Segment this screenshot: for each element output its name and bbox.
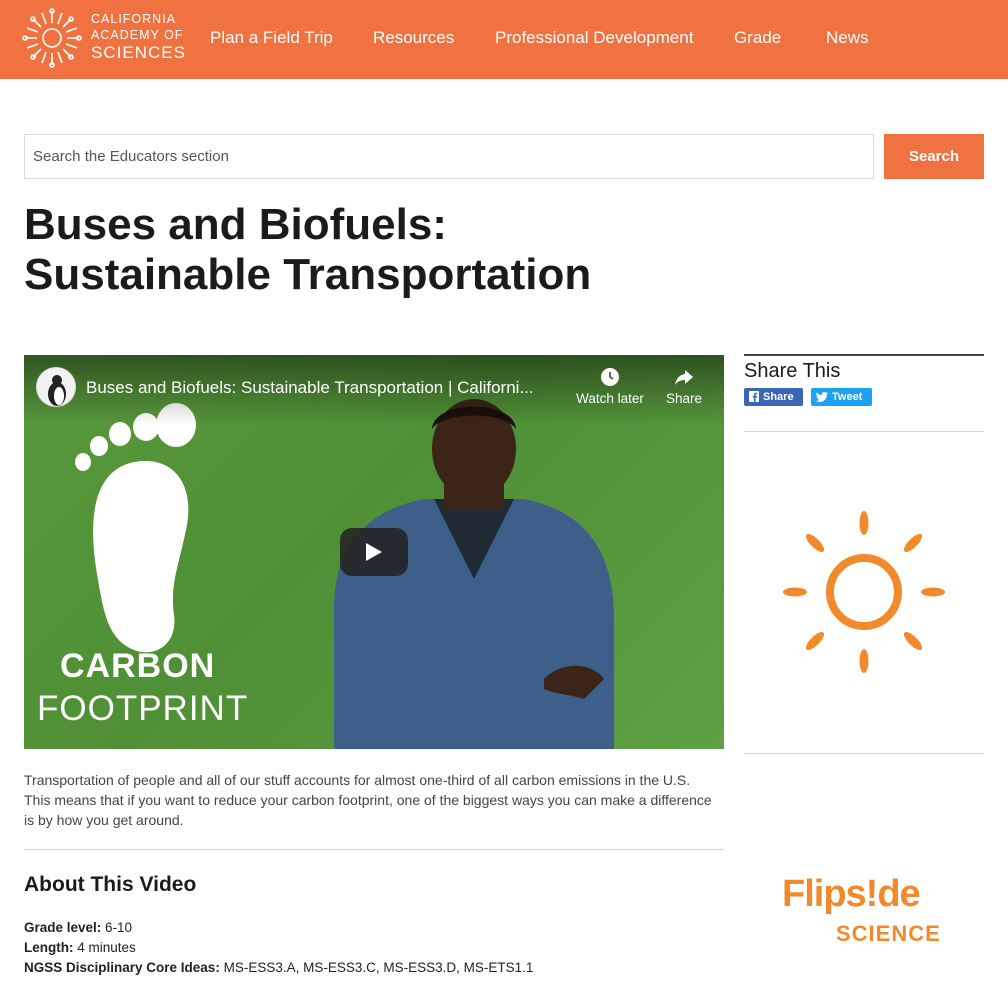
play-button[interactable] — [340, 528, 408, 576]
length-row: Length: 4 minutes — [24, 938, 136, 958]
grade-level-value: 6-10 — [101, 920, 133, 935]
sun-icon[interactable] — [779, 507, 949, 677]
clock-icon — [601, 368, 619, 386]
video-title[interactable]: Buses and Biofuels: Sustainable Transpor… — [86, 378, 566, 398]
logo-line-2: ACADEMY OF — [91, 27, 184, 42]
penguin-icon — [48, 375, 66, 406]
nav-news[interactable]: News — [826, 28, 869, 50]
divider — [24, 849, 724, 850]
facebook-icon — [749, 390, 759, 408]
grade-level-row: Grade level: 6-10 — [24, 918, 132, 938]
flipside-logo-wordmark[interactable]: Flips!de — [782, 875, 921, 913]
nav-grade[interactable]: Grade — [734, 28, 781, 50]
logo-line-3: SCIENCES — [91, 43, 186, 62]
nav-plan-field-trip[interactable]: Plan a Field Trip — [210, 28, 333, 50]
video-overlay-footprint: FOOTPRINT — [37, 689, 249, 728]
twitter-bird-icon — [816, 390, 828, 408]
ngss-value: MS-ESS3.A, MS-ESS3.C, MS-ESS3.D, MS-ETS1… — [219, 960, 534, 975]
search-button[interactable]: Search — [884, 134, 984, 179]
flipside-logo-subtitle[interactable]: SCIENCE — [836, 921, 941, 947]
divider — [744, 753, 984, 754]
nav-professional-development[interactable]: Professional Development — [495, 28, 693, 50]
watch-later-button[interactable]: Watch later — [575, 367, 645, 406]
twitter-tweet-label: Tweet — [832, 391, 863, 403]
twitter-tweet-button[interactable]: Tweet — [811, 388, 872, 406]
video-overlay-carbon: CARBON — [60, 647, 216, 685]
channel-avatar[interactable] — [36, 367, 76, 407]
page-title-line-2: Sustainable Transportation — [24, 250, 592, 299]
ngss-row: NGSS Disciplinary Core Ideas: MS-ESS3.A,… — [24, 958, 533, 978]
grade-level-label: Grade level: — [24, 920, 102, 935]
page-title: Buses and Biofuels: Sustainable Transpor… — [24, 200, 724, 300]
watch-later-label: Watch later — [576, 391, 644, 406]
site-header: CALIFORNIA ACADEMY OF SCIENCES Plan a Fi… — [0, 0, 1008, 79]
sunburst-logo-icon — [22, 8, 82, 68]
logo-line-1: CALIFORNIA — [91, 12, 177, 26]
share-video-label: Share — [665, 391, 703, 406]
share-video-button[interactable]: Share — [662, 367, 706, 406]
length-value: 4 minutes — [73, 940, 136, 955]
video-player[interactable]: Buses and Biofuels: Sustainable Transpor… — [24, 355, 724, 749]
academy-logo[interactable]: CALIFORNIA ACADEMY OF SCIENCES — [22, 8, 185, 70]
ngss-label: NGSS Disciplinary Core Ideas: — [24, 960, 220, 975]
share-top-rule — [744, 354, 984, 356]
footprint-icon — [75, 403, 196, 653]
page-title-line-1: Buses and Biofuels: — [24, 200, 447, 249]
nav-resources[interactable]: Resources — [373, 28, 454, 50]
video-description: Transportation of people and all of our … — [24, 772, 712, 828]
play-icon — [366, 543, 382, 561]
facebook-share-button[interactable]: Share — [744, 388, 803, 406]
length-label: Length: — [24, 940, 74, 955]
search-input[interactable] — [24, 134, 874, 179]
logo-wordmark: CALIFORNIA ACADEMY OF SCIENCES — [91, 13, 186, 61]
share-heading: Share This — [744, 360, 841, 382]
share-arrow-icon — [675, 370, 693, 385]
facebook-share-label: Share — [763, 391, 794, 403]
about-heading: About This Video — [24, 873, 197, 896]
divider — [744, 431, 984, 432]
